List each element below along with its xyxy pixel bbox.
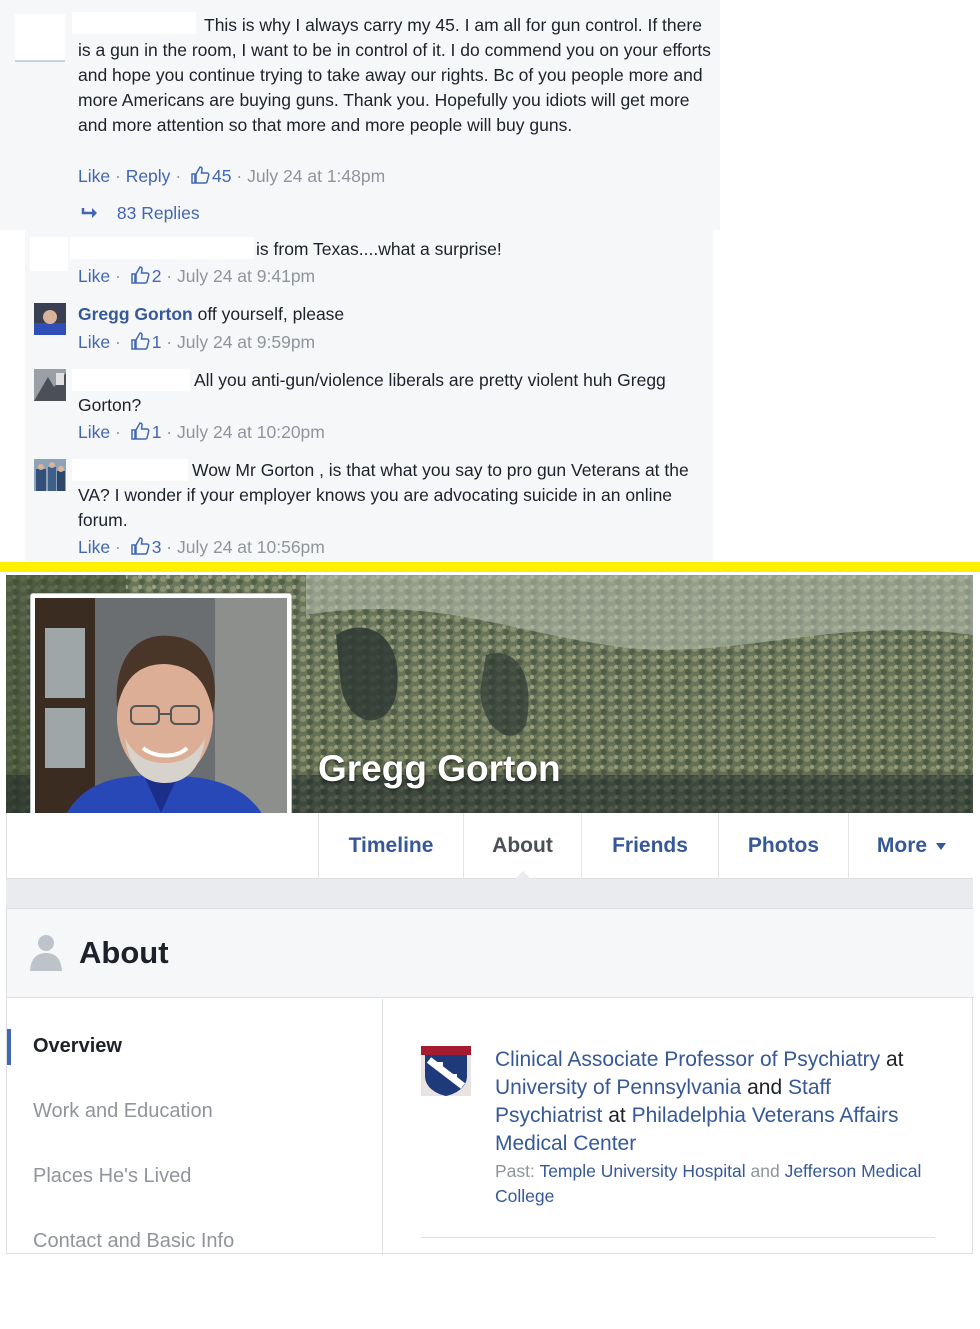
sidebar-item-places-lived[interactable]: Places He's Lived bbox=[33, 1165, 191, 1188]
thumbs-up-icon[interactable] bbox=[130, 265, 150, 285]
profile-name[interactable]: Gregg Gorton bbox=[318, 748, 561, 790]
reply-text: off yourself, please bbox=[197, 304, 345, 324]
tab-about[interactable]: About bbox=[463, 813, 581, 880]
section-gap bbox=[6, 879, 973, 908]
entry-divider bbox=[421, 1237, 935, 1238]
person-icon bbox=[29, 933, 63, 971]
top-comment-text: This is why I always carry my 45. I am a… bbox=[78, 15, 711, 135]
like-count: 3 bbox=[151, 537, 162, 557]
university-shield-icon[interactable] bbox=[421, 1046, 471, 1096]
timestamp[interactable]: July 24 at 9:59pm bbox=[177, 332, 315, 352]
reply-actions: Like · 1 · July 24 at 10:20pm bbox=[78, 421, 325, 442]
like-link[interactable]: Like bbox=[78, 266, 110, 286]
thumbs-up-icon[interactable] bbox=[130, 536, 150, 556]
like-link[interactable]: Like bbox=[78, 422, 110, 442]
about-sidebar: Overview Work and Education Places He's … bbox=[7, 999, 383, 1255]
thumbs-up-icon[interactable] bbox=[130, 331, 150, 351]
comment-thread: This is why I always carry my 45. I am a… bbox=[0, 0, 980, 562]
thumbs-up-icon[interactable] bbox=[130, 421, 150, 441]
like-count: 2 bbox=[151, 266, 162, 286]
profile-page: Gregg Gorton Timeline About Friends Phot… bbox=[0, 572, 980, 1329]
work-entry: Clinical Associate Professor of Psychiat… bbox=[495, 1048, 904, 1155]
redacted-author-name bbox=[70, 237, 254, 259]
reply-link[interactable]: Reply bbox=[126, 166, 171, 186]
profile-nav: Timeline About Friends Photos More bbox=[6, 813, 974, 880]
active-indicator bbox=[7, 1029, 11, 1065]
reply-line: Gregg Gorton off yourself, please bbox=[78, 302, 344, 327]
timestamp[interactable]: July 24 at 1:48pm bbox=[247, 166, 385, 186]
like-link[interactable]: Like bbox=[78, 537, 110, 557]
top-comment-avatar[interactable] bbox=[15, 14, 65, 62]
yellow-divider bbox=[0, 562, 980, 572]
about-card: About Overview Work and Education Places… bbox=[6, 908, 974, 1255]
like-link[interactable]: Like bbox=[78, 332, 110, 352]
tab-more[interactable]: More bbox=[848, 813, 974, 879]
view-replies-link[interactable]: 83 Replies bbox=[80, 202, 200, 224]
reply-avatar[interactable] bbox=[30, 237, 68, 271]
about-title: About bbox=[79, 935, 169, 970]
reply-avatar[interactable] bbox=[34, 459, 66, 491]
top-comment-actions: Like · Reply · 45 · July 24 at 1:48pm bbox=[78, 165, 386, 186]
gregg-gorton-avatar[interactable] bbox=[34, 303, 66, 335]
reply-text: is from Texas....what a surprise! bbox=[256, 239, 502, 259]
timestamp[interactable]: July 24 at 10:20pm bbox=[177, 422, 325, 442]
timestamp[interactable]: July 24 at 10:56pm bbox=[177, 537, 325, 557]
caret-down-icon bbox=[936, 842, 947, 850]
sidebar-item-work-education[interactable]: Work and Education bbox=[33, 1100, 213, 1123]
reply-text: All you anti-gun/violence liberals are p… bbox=[78, 370, 666, 415]
reply-arrow-icon bbox=[80, 203, 100, 218]
like-count: 45 bbox=[212, 166, 232, 186]
employer-link[interactable]: University of Pennsylvania bbox=[495, 1076, 741, 1099]
author-link[interactable]: Gregg Gorton bbox=[78, 304, 193, 324]
tab-photos[interactable]: Photos bbox=[718, 813, 848, 879]
thumbs-up-icon[interactable] bbox=[190, 165, 210, 185]
reply-actions: Like · 3 · July 24 at 10:56pm bbox=[78, 536, 325, 557]
reply-actions: Like · 1 · July 24 at 9:59pm bbox=[78, 331, 316, 352]
like-count: 1 bbox=[151, 332, 162, 352]
reply-avatar[interactable] bbox=[34, 369, 66, 401]
sidebar-item-contact-info[interactable]: Contact and Basic Info bbox=[33, 1230, 234, 1253]
like-count: 1 bbox=[151, 422, 162, 442]
sidebar-item-overview[interactable]: Overview bbox=[33, 1035, 122, 1058]
reply-text: Wow Mr Gorton , is that what you say to … bbox=[78, 460, 689, 530]
past-employers: Past: Temple University Hospital and Jef… bbox=[495, 1161, 922, 1206]
about-header: About bbox=[7, 909, 974, 998]
reply-actions: Like · 2 · July 24 at 9:41pm bbox=[78, 265, 316, 286]
tab-friends[interactable]: Friends bbox=[581, 813, 718, 879]
job-title-link[interactable]: Clinical Associate Professor of Psychiat… bbox=[495, 1048, 880, 1071]
like-link[interactable]: Like bbox=[78, 166, 110, 186]
past-employer-link[interactable]: Temple University Hospital bbox=[539, 1161, 745, 1181]
timestamp[interactable]: July 24 at 9:41pm bbox=[177, 266, 315, 286]
tab-timeline[interactable]: Timeline bbox=[318, 813, 463, 879]
